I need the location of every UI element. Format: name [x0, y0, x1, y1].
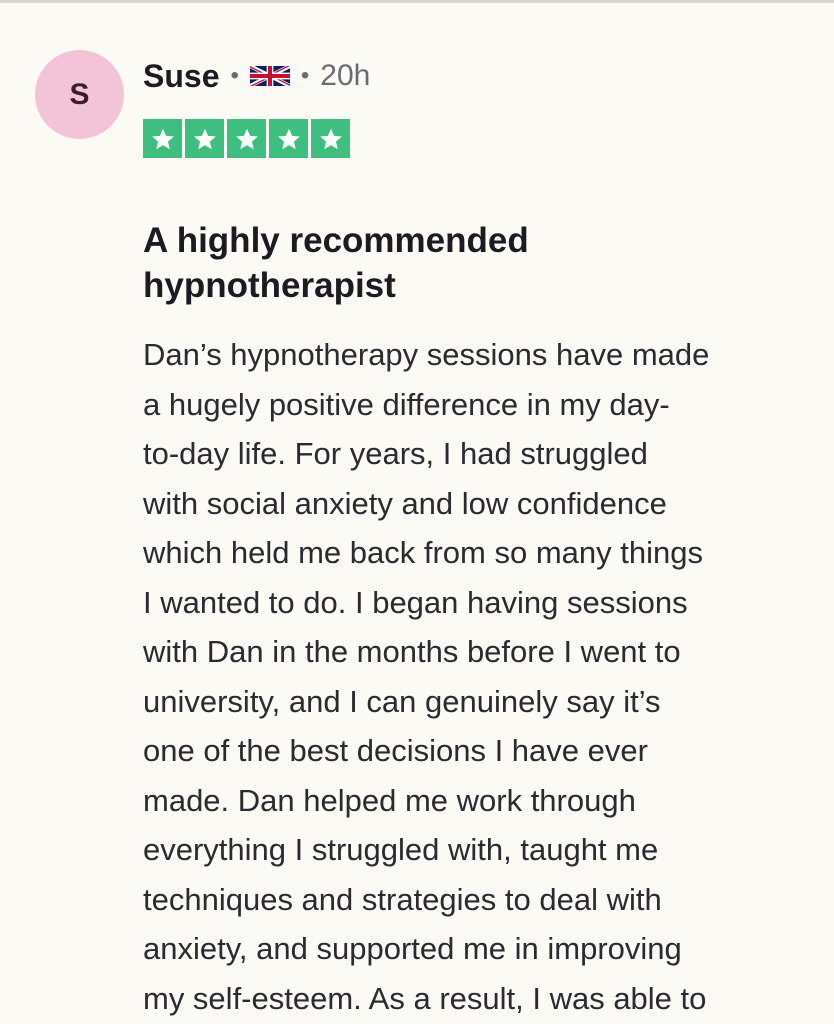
avatar-initial: S — [69, 77, 90, 111]
star-icon — [269, 119, 308, 158]
review-meta: Suse • • 20h — [143, 56, 370, 96]
separator-dot: • — [300, 62, 310, 89]
star-icon — [143, 119, 182, 158]
star-rating — [143, 119, 350, 158]
avatar[interactable]: S — [35, 50, 124, 139]
separator-dot: • — [230, 62, 239, 89]
reviewer-name[interactable]: Suse — [143, 58, 219, 95]
review-card: S Suse • • 20h A highly recommended hypn… — [0, 0, 834, 1024]
star-icon — [227, 119, 266, 158]
review-body: Dan’s hypnotherapy sessions have made a … — [143, 337, 710, 1016]
star-icon — [185, 119, 224, 158]
review-title[interactable]: A highly recommended hypnotherapist — [143, 218, 703, 308]
posted-time: 20h — [320, 59, 371, 92]
star-icon — [311, 119, 350, 158]
uk-flag-icon — [249, 64, 290, 88]
